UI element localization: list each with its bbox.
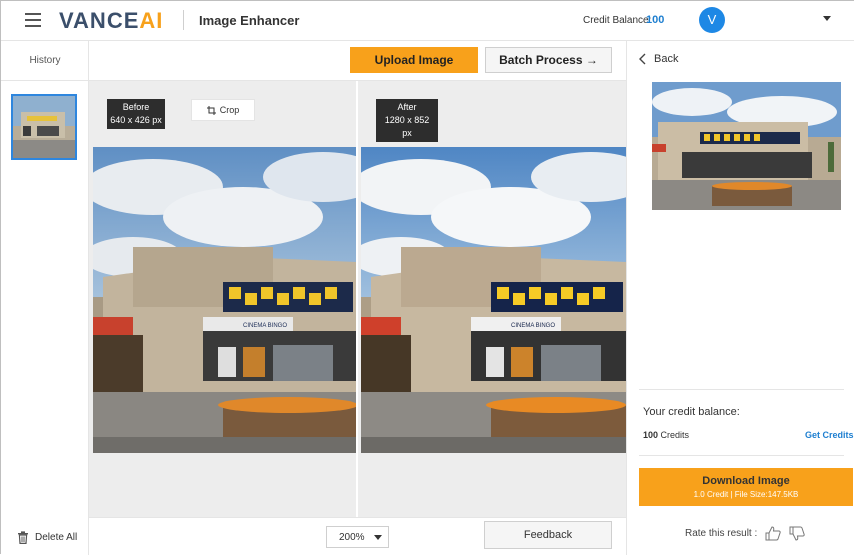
app-window: VANCEAI Image Enhancer Credit Balance: 1… (0, 0, 854, 555)
rate-result: Rate this result : (685, 526, 805, 541)
crop-label: Crop (219, 105, 240, 115)
rate-label: Rate this result : (685, 528, 758, 539)
download-label: Download Image (702, 475, 790, 487)
before-image: CINEMA BINGO (93, 147, 356, 453)
credits-word: Credits (660, 430, 690, 440)
result-preview-image (652, 82, 841, 210)
panel-divider (639, 389, 844, 390)
logo-text-ai: AI (139, 8, 164, 33)
history-sidebar: History Delete All (1, 41, 89, 555)
history-thumbnail-image (13, 96, 75, 158)
thumbs-down-icon[interactable] (789, 526, 805, 541)
after-size: 1280 x 852 px (384, 115, 430, 138)
zoom-value: 200% (339, 531, 365, 543)
delete-all-button[interactable]: Delete All (17, 531, 77, 544)
header: VANCEAI Image Enhancer Credit Balance: 1… (1, 1, 854, 41)
trash-icon (18, 531, 28, 544)
after-sign-text: CINEMA BINGO (511, 323, 555, 329)
result-panel: Back Your credit balance: 100 Credits Ge… (626, 41, 854, 555)
sidebar-divider (1, 80, 89, 81)
result-preview-graphic (652, 82, 841, 210)
before-size: 640 x 426 px (110, 115, 162, 125)
get-credits-link[interactable]: Get Credits (805, 430, 854, 440)
delete-all-label: Delete All (35, 532, 78, 543)
thumbs-up-icon[interactable] (765, 526, 781, 541)
credits-number: 100 (643, 430, 659, 440)
zoom-select[interactable]: 200% (326, 526, 389, 548)
panel-divider-2 (639, 455, 844, 456)
before-label: Before 640 x 426 px (107, 99, 165, 129)
app-title: Image Enhancer (199, 13, 300, 28)
upload-image-button[interactable]: Upload Image (350, 47, 478, 73)
history-thumbnail[interactable] (11, 94, 77, 160)
crop-button[interactable]: Crop (191, 99, 255, 121)
before-title: Before (122, 102, 150, 112)
feedback-button[interactable]: Feedback (484, 521, 612, 549)
avatar[interactable]: V (699, 7, 725, 33)
logo-text-vance: VANCE (59, 8, 140, 33)
credit-balance-label: Credit Balance: (583, 15, 652, 26)
logo[interactable]: VANCEAI (59, 8, 163, 34)
download-subtext: 1.0 Credit | File Size:147.5KB (693, 490, 799, 499)
chevron-left-icon (639, 53, 646, 65)
credits-count: 100 Credits (643, 430, 689, 440)
account-dropdown-icon[interactable] (823, 16, 831, 21)
compare-area: CINEMA BINGO CINEMA BINGO Before 640 x 4… (89, 81, 626, 517)
after-title: After (397, 102, 417, 112)
bottom-bar: 200% Feedback (89, 517, 626, 555)
chevron-down-icon (374, 535, 382, 540)
download-image-button[interactable]: Download Image 1.0 Credit | File Size:14… (639, 468, 853, 506)
after-image: CINEMA BINGO (361, 147, 626, 453)
back-button[interactable]: Back (639, 53, 678, 65)
top-toolbar: Upload Image Batch Process → (89, 41, 626, 81)
your-credit-label: Your credit balance: (643, 406, 740, 418)
compare-divider-handle[interactable] (356, 81, 358, 517)
before-sign-text: CINEMA BINGO (243, 323, 287, 329)
history-label: History (29, 55, 61, 66)
after-photo-graphic: CINEMA BINGO (361, 147, 626, 453)
crop-icon (206, 105, 216, 115)
credit-balance-value: 100 (646, 14, 665, 26)
header-divider (183, 10, 184, 30)
menu-icon[interactable] (25, 13, 41, 27)
batch-process-button[interactable]: Batch Process → (485, 47, 612, 73)
after-label: After 1280 x 852 px (376, 99, 438, 142)
back-label: Back (654, 53, 679, 65)
before-photo-graphic: CINEMA BINGO (93, 147, 356, 453)
